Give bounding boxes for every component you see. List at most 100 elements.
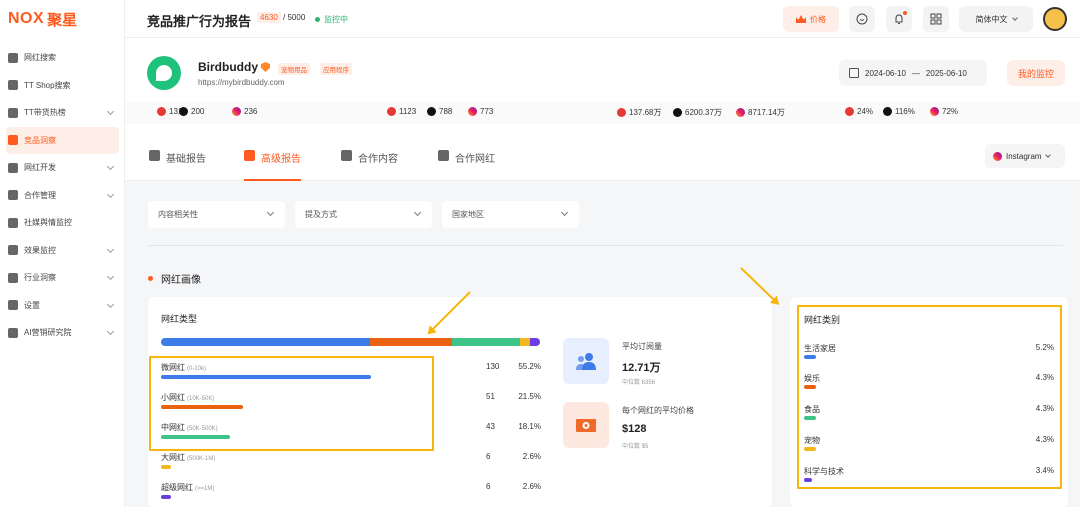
- verified-badge-icon: [261, 62, 270, 72]
- stat-value: 116%: [895, 107, 915, 116]
- filter-mention-type[interactable]: 提及方式: [295, 201, 432, 228]
- chevron-down-icon: [106, 162, 115, 171]
- sidebar-nav: 网红搜索 TT Shop搜索 TT带货热榜 竞品洞察网红开发合作管理社媒舆情监控效果监…: [0, 44, 125, 347]
- type-percent: 21.5%: [518, 392, 541, 401]
- stacked-bar-segment: [161, 338, 371, 346]
- stat-value: 773: [480, 107, 494, 116]
- apps-button[interactable]: [923, 6, 949, 32]
- metric-value: 12.71万: [622, 362, 661, 374]
- sidebar-item[interactable]: 网红开发: [0, 154, 125, 182]
- stat-item: 788: [427, 107, 452, 116]
- metric-icon-box: [563, 402, 609, 448]
- type-label-group: 超级网红 (>=1M): [161, 482, 214, 493]
- tab-item[interactable]: 高级报告: [244, 150, 301, 181]
- influencer-types-title: 网红类型: [161, 314, 198, 324]
- platform-select[interactable]: Instagram: [985, 144, 1065, 168]
- tab-item[interactable]: 合作网红: [438, 150, 495, 181]
- tab-item[interactable]: 合作内容: [341, 150, 398, 181]
- tab-label: 合作内容: [358, 154, 398, 165]
- stat-item: 8717.14万: [736, 107, 785, 118]
- chevron-down-icon: [560, 208, 569, 217]
- filter-country[interactable]: 国家地区: [442, 201, 579, 228]
- influencer-type-stacked-bar: [161, 338, 540, 346]
- quota-used: 4630: [257, 12, 281, 23]
- sidebar-item[interactable]: 行业洞察: [0, 264, 125, 292]
- sidebar-item[interactable]: TT带货热榜: [0, 99, 125, 127]
- stat-item: 200: [179, 107, 204, 116]
- monitor-status-label: 监控中: [324, 15, 348, 24]
- user-avatar[interactable]: [1043, 7, 1067, 31]
- sidebar-item[interactable]: 合作管理: [0, 182, 125, 210]
- tab-label: 基础报告: [166, 154, 206, 165]
- sidebar-item-label: 合作管理: [24, 190, 56, 200]
- apps-grid-icon: [930, 13, 942, 25]
- price-button[interactable]: 价格: [783, 6, 839, 32]
- chat-button[interactable]: [849, 6, 875, 32]
- chevron-down-icon: [106, 272, 115, 281]
- brand-logo: [147, 56, 181, 90]
- type-label: 大网红: [161, 453, 185, 462]
- brand-name[interactable]: Birdbuddy: [198, 60, 258, 74]
- date-range-picker[interactable]: 2024-06-10 — 2025-06-10: [839, 60, 987, 86]
- price-label: 价格: [810, 14, 826, 24]
- sidebar: NOX 聚星 网红搜索 TT Shop搜索 TT带货热榜 竞品洞察网红开发合作管理社媒…: [0, 0, 125, 507]
- stacked-bar-segment: [451, 338, 521, 346]
- tab-item[interactable]: 基础报告: [149, 150, 206, 181]
- sidebar-item-label: AI营销研究院: [24, 328, 72, 338]
- stat-value: 137.68万: [629, 108, 662, 117]
- sidebar-item[interactable]: 设置: [0, 292, 125, 320]
- type-range: (>=1M): [195, 486, 215, 492]
- nox-logo[interactable]: NOX 聚星: [8, 8, 77, 30]
- sidebar-item-label: 社媒舆情监控: [24, 218, 72, 228]
- brand-tag: 宠物用品: [278, 63, 310, 75]
- youtube-icon: [617, 108, 626, 117]
- ai-icon: [8, 327, 18, 338]
- stat-value: 200: [191, 107, 205, 116]
- report-icon: [244, 150, 255, 161]
- stat-item: 773: [468, 107, 493, 116]
- divider: [148, 245, 1063, 246]
- stacked-bar-segment: [530, 338, 540, 346]
- sidebar-item[interactable]: 网红搜索: [0, 44, 125, 72]
- bar-chart-icon: [8, 107, 18, 118]
- influencer-type-row: 大网红 (500K-1M) 6 2.6%: [161, 452, 541, 480]
- date-separator: —: [911, 68, 920, 78]
- highlight-box: [149, 356, 434, 451]
- notification-button[interactable]: [886, 6, 912, 32]
- logo-latin: NOX: [8, 10, 45, 27]
- instagram-icon: [232, 107, 241, 116]
- sidebar-item[interactable]: 社媒舆情监控: [0, 209, 125, 237]
- instagram-icon: [930, 107, 939, 116]
- chevron-down-icon: [106, 245, 115, 253]
- type-percent: 2.6%: [522, 452, 541, 461]
- logo-chinese: 聚星: [47, 11, 78, 29]
- chat-icon: [856, 13, 868, 25]
- sidebar-item[interactable]: AI营销研究院: [0, 319, 125, 347]
- highlight-box: [797, 305, 1062, 489]
- sidebar-item[interactable]: 竞品洞察: [6, 126, 119, 154]
- report-tabs: Instagram 基础报告 高级报告 合作内容 合作网红: [125, 134, 1080, 181]
- my-monitor-button[interactable]: 我的监控: [1007, 60, 1065, 86]
- instagram-icon: [993, 151, 1002, 161]
- filter-label: 内容相关性: [158, 210, 198, 219]
- instagram-icon: [736, 108, 745, 117]
- crown-icon: [796, 15, 806, 23]
- chevron-down-icon: [1011, 15, 1018, 21]
- sidebar-item[interactable]: 效果监控: [0, 237, 125, 265]
- quota-total: / 5000: [280, 13, 306, 22]
- date-end: 2025-06-10: [925, 68, 967, 78]
- language-select[interactable]: 简体中文: [959, 6, 1033, 32]
- metric-sub: 中位数 $5: [622, 444, 649, 450]
- type-percent: 55.2%: [518, 362, 541, 371]
- brand-url[interactable]: https://mybirdbuddy.com: [198, 78, 285, 87]
- stacked-bar-segment: [370, 338, 452, 346]
- chevron-down-icon: [106, 107, 115, 116]
- filter-content-relevance[interactable]: 内容相关性: [148, 201, 285, 228]
- shield-icon: [8, 135, 18, 146]
- metric-label: 平均订阅量: [622, 342, 662, 351]
- type-label-group: 大网红 (500K-1M): [161, 452, 215, 463]
- sidebar-item-label: 设置: [24, 300, 40, 310]
- sidebar-item[interactable]: TT Shop搜索: [0, 72, 125, 100]
- type-count: 43: [486, 422, 495, 431]
- sidebar-item-label: 网红开发: [24, 163, 56, 173]
